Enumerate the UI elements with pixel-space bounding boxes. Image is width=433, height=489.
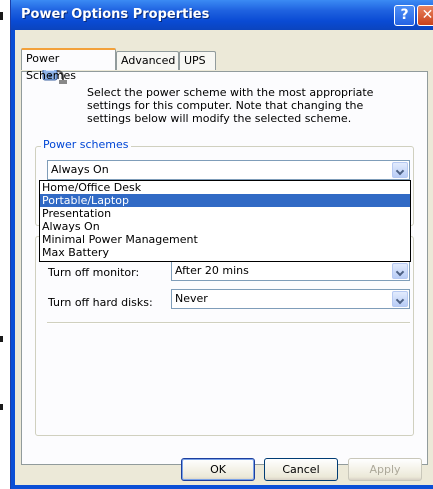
chevron-down-icon[interactable] — [392, 291, 408, 307]
background-mark — [0, 404, 3, 410]
monitor-label: Turn off monitor: — [48, 266, 140, 279]
background-strip — [0, 0, 10, 489]
power-options-dialog: Power Options Properties ? ✕ Power Schem… — [10, 0, 433, 489]
help-button[interactable]: ? — [394, 5, 415, 26]
close-button[interactable]: ✕ — [417, 5, 433, 26]
power-schemes-group-label: Power schemes — [41, 138, 131, 151]
ok-button[interactable]: OK — [181, 458, 255, 481]
power-scheme-dropdown-list: Home/Office Desk Portable/Laptop Present… — [39, 180, 411, 262]
power-scheme-option[interactable]: Presentation — [40, 207, 410, 220]
tab-ups[interactable]: UPS — [179, 51, 216, 70]
divider — [47, 322, 410, 324]
chevron-down-icon[interactable] — [392, 263, 408, 279]
monitor-timeout-select[interactable]: After 20 mins — [171, 261, 410, 281]
tab-label: UPS — [184, 54, 206, 67]
tab-advanced[interactable]: Advanced — [116, 51, 179, 70]
hard-disks-timeout-select[interactable]: Never — [171, 289, 410, 309]
power-scheme-option[interactable]: Always On — [40, 220, 410, 233]
background-mark — [0, 12, 3, 20]
power-scheme-option[interactable]: Home/Office Desk — [40, 181, 410, 194]
tab-label: Power Schemes — [26, 52, 76, 82]
monitor-timeout-value: After 20 mins — [175, 264, 249, 277]
cancel-button[interactable]: Cancel — [264, 458, 338, 481]
power-scheme-select[interactable]: Always On — [47, 160, 410, 180]
power-scheme-option[interactable]: Minimal Power Management — [40, 233, 410, 246]
background-mark — [0, 336, 3, 342]
apply-button[interactable]: Apply — [348, 458, 422, 481]
hard-disks-timeout-value: Never — [175, 292, 208, 305]
chevron-down-icon[interactable] — [392, 162, 408, 178]
title-bar[interactable]: Power Options Properties ? ✕ — [11, 0, 433, 30]
description-text: Select the power scheme with the most ap… — [87, 86, 374, 125]
tab-label: Advanced — [121, 54, 176, 67]
power-scheme-option[interactable]: Max Battery — [40, 246, 410, 259]
tab-power-schemes[interactable]: Power Schemes — [21, 48, 116, 82]
window-title: Power Options Properties — [21, 7, 210, 22]
hard-disks-label: Turn off hard disks: — [48, 296, 153, 309]
power-scheme-option[interactable]: Portable/Laptop — [40, 194, 410, 207]
power-scheme-selected-value: Always On — [51, 163, 109, 176]
dialog-client-area: Power Schemes Advanced UPS Select the po… — [15, 30, 433, 485]
